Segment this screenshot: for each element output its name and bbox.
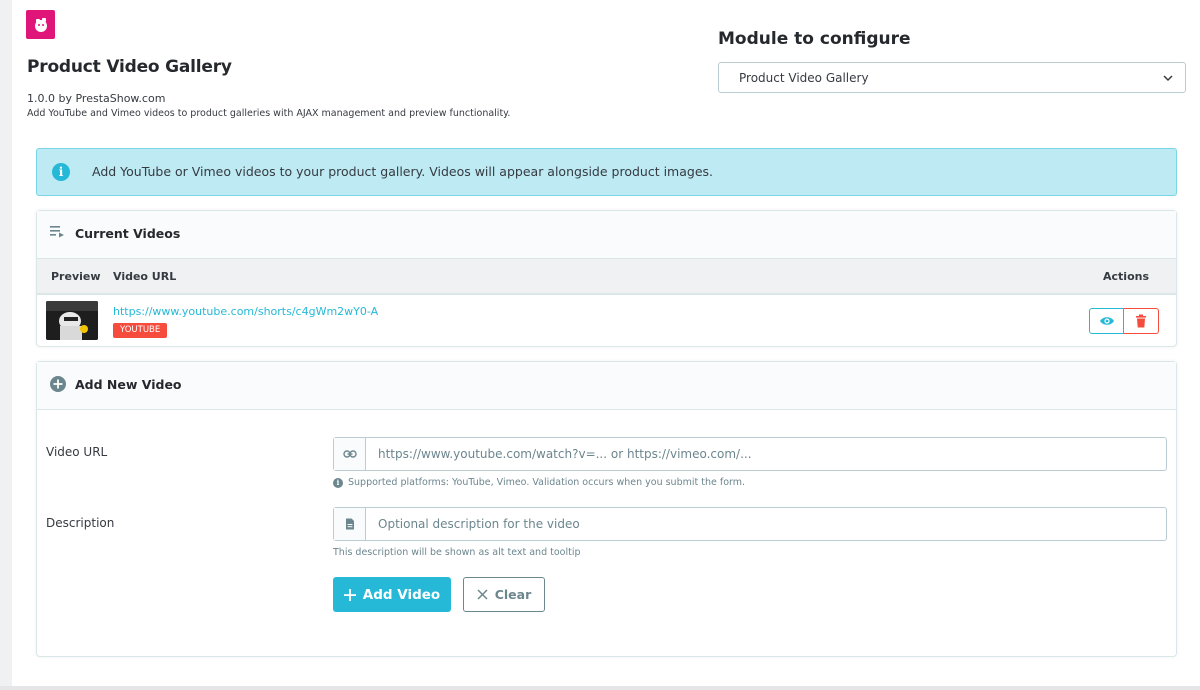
module-description: Add YouTube and Vimeo videos to product … bbox=[27, 108, 511, 119]
module-to-configure-label: Module to configure bbox=[718, 29, 911, 49]
module-logo bbox=[26, 10, 55, 39]
video-url-link[interactable]: https://www.youtube.com/shorts/c4gWm2wY0… bbox=[113, 305, 378, 318]
module-config-page: Product Video Gallery 1.0.0 by PrestaSho… bbox=[12, 0, 1200, 688]
module-select-value: Product Video Gallery bbox=[739, 70, 869, 85]
puzzle-piggy-icon bbox=[34, 17, 47, 32]
info-alert-text: Add YouTube or Vimeo videos to your prod… bbox=[92, 164, 713, 179]
eye-icon bbox=[1099, 317, 1114, 325]
plus-circle-icon bbox=[50, 376, 66, 392]
document-icon bbox=[345, 518, 354, 530]
close-icon bbox=[477, 589, 488, 600]
clear-button[interactable]: Clear bbox=[463, 577, 545, 612]
video-url-label: Video URL bbox=[46, 445, 108, 459]
video-url-help-text: Supported platforms: YouTube, Vimeo. Val… bbox=[348, 477, 746, 488]
chevron-down-icon bbox=[1163, 75, 1173, 82]
video-url-help: i Supported platforms: YouTube, Vimeo. V… bbox=[333, 477, 745, 488]
description-group bbox=[333, 507, 1167, 541]
delete-button[interactable] bbox=[1124, 308, 1159, 334]
module-title: Product Video Gallery bbox=[27, 57, 232, 77]
module-version: 1.0.0 by PrestaShow.com bbox=[27, 92, 166, 105]
video-url-input[interactable] bbox=[366, 438, 1166, 470]
document-icon-addon bbox=[334, 508, 366, 540]
trash-icon bbox=[1136, 314, 1146, 328]
platform-badge: YOUTUBE bbox=[113, 323, 168, 338]
video-url-group bbox=[333, 437, 1167, 471]
col-video-url: Video URL bbox=[113, 270, 177, 283]
add-video-title: Add New Video bbox=[75, 377, 182, 392]
bottom-edge bbox=[0, 686, 1200, 690]
table-row: https://www.youtube.com/shorts/c4gWm2wY0… bbox=[37, 295, 1176, 346]
description-help: This description will be shown as alt te… bbox=[333, 547, 581, 558]
col-preview: Preview bbox=[51, 270, 101, 283]
preview-button[interactable] bbox=[1089, 308, 1124, 334]
clear-label: Clear bbox=[494, 587, 532, 602]
description-input[interactable] bbox=[366, 508, 1166, 540]
video-thumbnail[interactable] bbox=[46, 301, 98, 340]
left-gutter bbox=[0, 0, 12, 690]
playlist-icon bbox=[50, 226, 64, 238]
link-icon-addon bbox=[334, 438, 366, 470]
link-icon bbox=[342, 450, 357, 458]
description-label: Description bbox=[46, 516, 115, 530]
col-actions: Actions bbox=[1103, 270, 1149, 283]
add-video-button[interactable]: Add Video bbox=[333, 577, 451, 612]
info-icon: i bbox=[52, 163, 70, 181]
add-video-panel: Add New Video Video URL i Supported plat… bbox=[36, 361, 1177, 657]
description-help-text: This description will be shown as alt te… bbox=[333, 547, 581, 558]
current-videos-header: Current Videos bbox=[37, 211, 1176, 259]
plus-icon bbox=[343, 588, 356, 601]
info-icon: i bbox=[333, 477, 343, 488]
add-video-header: Add New Video bbox=[37, 362, 1176, 410]
videos-table-header: Preview Video URL Actions bbox=[37, 259, 1176, 295]
module-select[interactable]: Product Video Gallery bbox=[718, 62, 1186, 93]
add-video-label: Add Video bbox=[362, 586, 441, 603]
info-alert: i Add YouTube or Vimeo videos to your pr… bbox=[36, 148, 1177, 196]
current-videos-panel: Current Videos Preview Video URL Actions… bbox=[36, 210, 1177, 347]
current-videos-title: Current Videos bbox=[75, 226, 181, 241]
row-actions bbox=[1089, 308, 1159, 334]
